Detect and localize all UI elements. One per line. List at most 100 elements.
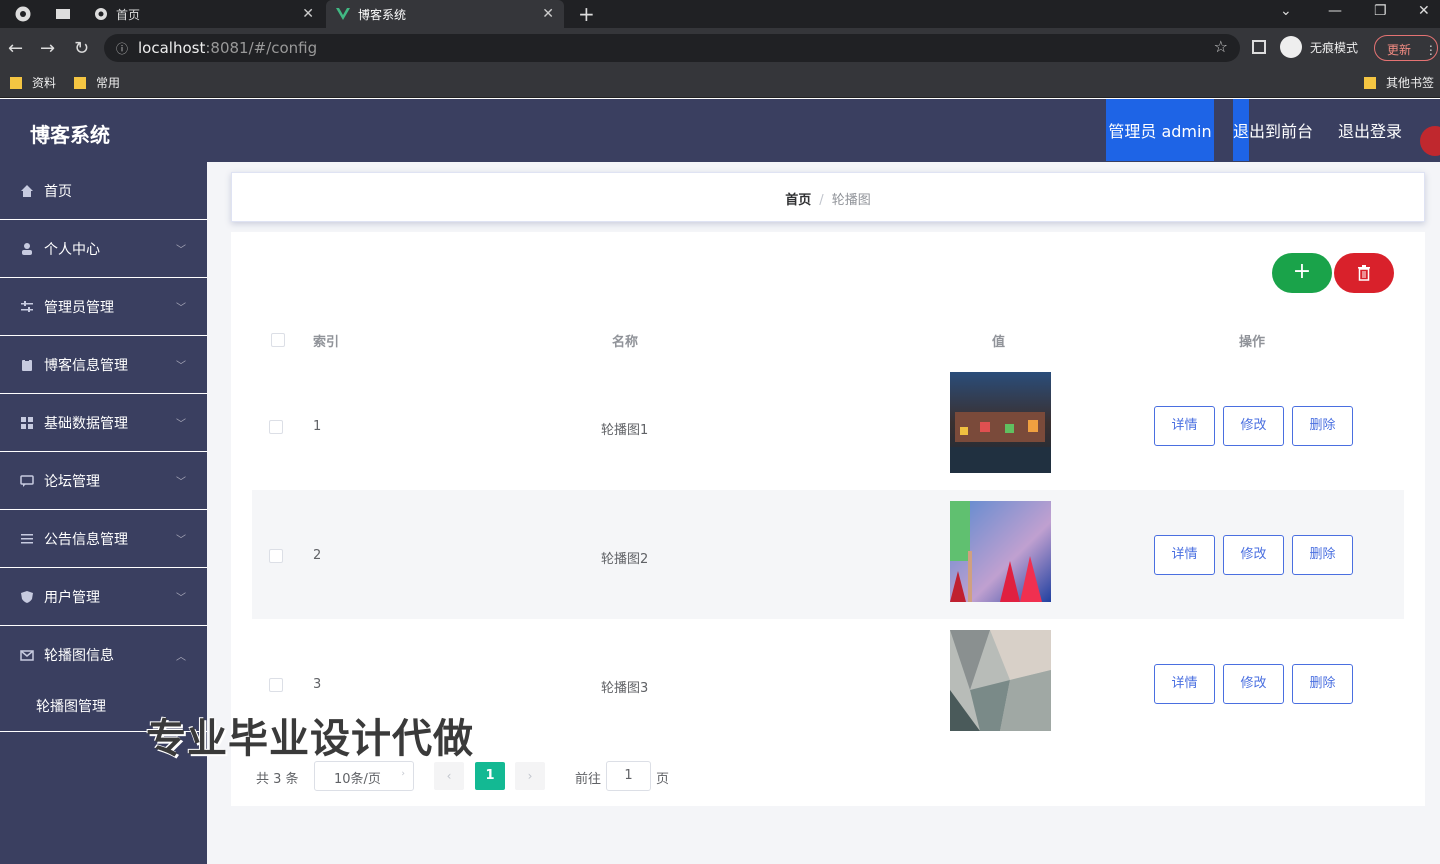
breadcrumb-current: 轮播图 [831,193,871,208]
incognito-indicator[interactable]: 无痕模式 [1280,36,1358,58]
tab-blog[interactable]: 博客系统 ✕ [326,0,564,28]
detail-button[interactable]: 详情 [1154,535,1215,575]
row-name: 轮播图1 [601,423,649,438]
chevron-down-icon: ﹀ [176,419,186,430]
next-page-button[interactable]: › [515,762,545,790]
row-checkbox[interactable] [269,420,283,434]
chevron-down-icon: ﹀ [176,477,186,488]
incognito-icon [1280,36,1302,58]
row-checkbox[interactable] [269,678,283,692]
watermark-text: 专业毕业设计代做 [146,716,474,762]
sidebar-item-carousel[interactable]: 轮播图信息 ︿ [0,626,207,684]
clipboard-icon [22,358,32,371]
chat-icon [20,474,34,487]
folder-icon [74,76,86,89]
select-all-checkbox[interactable] [271,333,285,347]
edit-button[interactable]: 修改 [1223,664,1284,704]
row-index: 3 [313,677,322,692]
sidebar-item-label: 管理员管理 [44,299,114,316]
batch-delete-button[interactable] [1334,253,1394,293]
exit-to-front-link[interactable]: 退出到前台 [1233,99,1313,161]
breadcrumb: 首页 / 轮播图 [231,172,1425,222]
sidebar-item-forum[interactable]: 论坛管理 ﹀ [0,452,207,510]
url-input[interactable]: ⓘ localhost:8081/#/config ☆ [104,34,1240,62]
browser-tab-bar: 首页 ✕ 博客系统 ✕ + ⌄ — ❐ ✕ [0,0,1440,28]
delete-button[interactable]: 删除 [1292,406,1353,446]
edit-button[interactable]: 修改 [1223,406,1284,446]
page-size-select[interactable]: 10条/页 › [314,761,414,791]
tab-title: 首页 [116,7,141,22]
back-icon[interactable]: ← [8,38,23,59]
sidebar-item-label: 博客信息管理 [44,357,128,374]
tab-title: 博客系统 [358,7,407,22]
window-close-icon[interactable]: ✕ [1418,3,1430,19]
prev-page-button[interactable]: ‹ [434,762,464,790]
grid-icon [21,416,33,429]
tab-home[interactable]: 首页 ✕ [84,0,324,28]
tab-list-icon[interactable]: ⌄ [1280,3,1292,19]
breadcrumb-home[interactable]: 首页 [785,193,811,208]
update-button[interactable]: 更新 ⋮ [1374,35,1438,61]
carousel-thumbnail[interactable] [950,372,1051,473]
sidebar-item-label: 个人中心 [44,241,100,258]
update-label: 更新 [1387,43,1412,57]
shield-icon [21,590,33,603]
side-panel-icon[interactable] [1252,40,1266,54]
vue-logo-icon [336,8,350,20]
column-header-actions: 操作 [1239,335,1266,350]
detail-button[interactable]: 详情 [1154,406,1215,446]
edit-button[interactable]: 修改 [1223,535,1284,575]
admin-user-label: 管理员 admin [1106,99,1214,161]
page-suffix-label: 页 [656,772,670,787]
row-name: 轮播图3 [601,681,649,696]
url-host: localhost [138,39,206,57]
bookmark-label: 常用 [96,76,121,90]
address-bar-row: ← → ↻ ⓘ localhost:8081/#/config ☆ 无痕模式 更… [0,28,1440,68]
reload-icon[interactable]: ↻ [74,38,89,59]
sidebar-item-label: 公告信息管理 [44,531,128,548]
carousel-thumbnail[interactable] [950,501,1051,602]
goto-page-input[interactable]: 1 [606,761,651,791]
sidebar-item-blog-management[interactable]: 博客信息管理 ﹀ [0,336,207,394]
sidebar-item-home[interactable]: 首页 [0,162,207,220]
sidebar-item-base-data[interactable]: 基础数据管理 ﹀ [0,394,207,452]
sidebar-item-admin-management[interactable]: 管理员管理 ﹀ [0,278,207,336]
sidebar-subitem-label: 轮播图管理 [36,698,106,715]
chevron-left-icon: ‹ [446,769,452,783]
sidebar-item-personal-center[interactable]: 个人中心 ﹀ [0,220,207,278]
restore-icon[interactable]: ❐ [1374,3,1387,19]
tab-search-icon[interactable] [54,5,72,23]
mail-icon [20,650,34,661]
detail-button[interactable]: 详情 [1154,664,1215,704]
sidebar-item-users[interactable]: 用户管理 ﹀ [0,568,207,626]
sidebar-item-label: 用户管理 [44,589,100,606]
logout-link[interactable]: 退出登录 [1338,99,1402,161]
delete-button[interactable]: 删除 [1292,535,1353,575]
site-info-icon[interactable]: ⓘ [116,40,128,57]
breadcrumb-separator: / [819,193,824,208]
sidebar-item-announcement[interactable]: 公告信息管理 ﹀ [0,510,207,568]
browser-globe-icon [15,6,31,22]
close-tab-icon[interactable]: ✕ [542,6,554,22]
page-size-value: 10条/页 [334,772,381,787]
delete-button[interactable]: 删除 [1292,664,1353,704]
carousel-thumbnail[interactable] [950,630,1051,731]
incognito-label: 无痕模式 [1310,40,1359,55]
close-tab-icon[interactable]: ✕ [302,6,314,22]
row-index: 1 [313,419,322,434]
other-bookmarks[interactable]: 其他书签 [1364,74,1434,91]
page-number-current[interactable]: 1 [475,762,505,790]
bookmark-folder[interactable]: 常用 [74,74,120,91]
chevron-up-icon: ︿ [176,651,186,663]
add-button[interactable]: + [1272,253,1332,293]
sidebar-item-label: 论坛管理 [44,473,100,490]
chevron-down-icon: ﹀ [176,535,186,546]
row-index: 2 [313,548,322,563]
bookmark-folder[interactable]: 资料 [10,74,56,91]
chevron-down-icon: ﹀ [176,361,186,372]
forward-icon[interactable]: → [40,38,55,59]
new-tab-icon[interactable]: + [578,2,595,26]
bookmark-star-icon[interactable]: ☆ [1214,37,1228,56]
minimize-icon[interactable]: — [1328,3,1342,19]
row-checkbox[interactable] [269,549,283,563]
